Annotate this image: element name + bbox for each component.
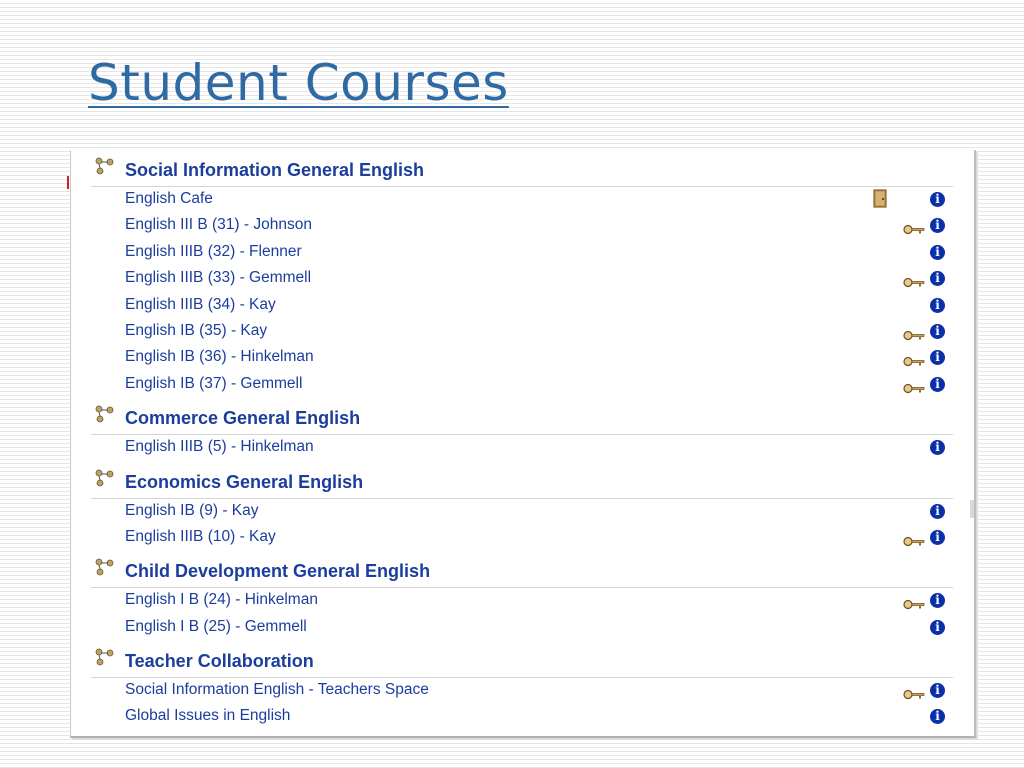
course-link[interactable]: English IB (36) - Hinkelman (125, 348, 314, 366)
key-icon[interactable] (903, 379, 925, 393)
category-header: Commerce General English (91, 398, 953, 436)
course-icons: i (865, 376, 945, 394)
category-header: Economics General English (91, 462, 953, 499)
key-icon[interactable] (903, 532, 925, 547)
course-icons: i (865, 439, 945, 457)
category-icon (95, 157, 115, 175)
course-icons: i (865, 682, 945, 700)
course-icons: i (865, 708, 945, 726)
category-link[interactable]: Economics General English (125, 472, 363, 493)
course-icons: i (865, 503, 945, 521)
margin-marker (67, 176, 69, 189)
category-icon (95, 469, 115, 487)
course-icons: i (865, 619, 945, 637)
info-icon[interactable]: i (930, 593, 945, 609)
info-icon[interactable]: i (930, 218, 945, 234)
course-row: English IIIB (32) - Flenner i (91, 240, 953, 266)
course-row: English III B (31) - Johnson i (91, 213, 953, 239)
door-icon[interactable] (873, 189, 887, 208)
course-row: English IIIB (5) - Hinkelman i (91, 435, 953, 461)
course-row: English IB (37) - Gemmell i (91, 372, 953, 398)
course-icons: i (865, 189, 945, 209)
info-icon[interactable]: i (930, 683, 945, 699)
category-header: Child Development General English (91, 551, 953, 589)
course-row: English IIIB (34) - Kay i (91, 293, 953, 319)
category-icon (95, 648, 115, 666)
course-link[interactable]: English IIIB (32) - Flenner (125, 243, 302, 261)
key-icon[interactable] (903, 326, 925, 341)
course-category: Teacher Collaboration Social Information … (91, 641, 953, 731)
course-link[interactable]: English IIIB (5) - Hinkelman (125, 438, 314, 456)
course-category: Social Information General English Englis… (91, 150, 953, 398)
course-icons: i (865, 529, 945, 547)
key-icon[interactable] (903, 220, 925, 235)
course-link[interactable]: English I B (25) - Gemmell (125, 618, 307, 636)
key-icon[interactable] (903, 595, 925, 610)
course-icons: i (865, 349, 945, 367)
page-title: Student Courses (88, 54, 509, 112)
course-row: English I B (24) - Hinkelman i (91, 588, 953, 614)
info-icon[interactable]: i (930, 619, 945, 635)
key-icon[interactable] (903, 352, 925, 367)
info-icon[interactable]: i (930, 244, 945, 260)
course-link[interactable]: English IB (9) - Kay (125, 502, 259, 520)
course-link[interactable]: English IIIB (34) - Kay (125, 296, 276, 314)
course-icons: i (865, 244, 945, 262)
course-link[interactable]: English I B (24) - Hinkelman (125, 591, 318, 609)
course-link[interactable]: English IB (37) - Gemmell (125, 375, 302, 393)
course-list-panel: Social Information General English Englis… (70, 150, 976, 738)
course-icons: i (865, 297, 945, 315)
course-row: English IIIB (10) - Kay i (91, 525, 953, 551)
course-link[interactable]: English Cafe (125, 190, 213, 208)
key-icon[interactable] (903, 273, 925, 288)
course-link[interactable]: Social Information English - Teachers Sp… (125, 681, 429, 699)
course-icons: i (865, 592, 945, 610)
course-row: Global Issues in English i (91, 704, 953, 730)
course-row: English I B (25) - Gemmell i (91, 615, 953, 641)
course-category: Economics General English English IB (9) … (91, 462, 953, 552)
scrollbar-handle[interactable] (970, 500, 974, 518)
course-category-list: Social Information General English Englis… (91, 150, 953, 731)
course-link[interactable]: Global Issues in English (125, 707, 290, 725)
category-link[interactable]: Social Information General English (125, 160, 424, 181)
info-icon[interactable]: i (930, 709, 945, 725)
course-category: Child Development General English English… (91, 551, 953, 641)
category-header: Social Information General English (91, 150, 953, 187)
category-header: Teacher Collaboration (91, 641, 953, 679)
course-icons: i (865, 323, 945, 341)
key-icon[interactable] (903, 685, 925, 700)
course-category: Commerce General English English IIIB (5)… (91, 398, 953, 461)
course-row: English IB (36) - Hinkelman i (91, 345, 953, 371)
course-icons: i (865, 270, 945, 288)
course-row: Social Information English - Teachers Sp… (91, 678, 953, 704)
category-link[interactable]: Teacher Collaboration (125, 651, 314, 672)
info-icon[interactable]: i (930, 529, 945, 545)
category-link[interactable]: Child Development General English (125, 561, 430, 582)
course-link[interactable]: English IIIB (10) - Kay (125, 528, 276, 546)
info-icon[interactable]: i (930, 440, 945, 456)
info-icon[interactable]: i (930, 271, 945, 287)
info-icon[interactable]: i (930, 297, 945, 313)
course-row: English IB (35) - Kay i (91, 319, 953, 345)
course-icons: i (865, 217, 945, 235)
course-link[interactable]: English IB (35) - Kay (125, 322, 267, 340)
course-link[interactable]: English III B (31) - Johnson (125, 216, 312, 234)
info-icon[interactable]: i (930, 503, 945, 519)
category-icon (95, 405, 115, 423)
category-icon (95, 558, 115, 576)
info-icon[interactable]: i (930, 323, 945, 339)
course-row: English Cafe i (91, 187, 953, 213)
info-icon[interactable]: i (930, 192, 945, 207)
category-link[interactable]: Commerce General English (125, 408, 360, 429)
info-icon[interactable]: i (930, 376, 945, 392)
info-icon[interactable]: i (930, 350, 945, 366)
course-row: English IB (9) - Kay i (91, 499, 953, 525)
course-link[interactable]: English IIIB (33) - Gemmell (125, 269, 311, 287)
course-row: English IIIB (33) - Gemmell i (91, 266, 953, 292)
